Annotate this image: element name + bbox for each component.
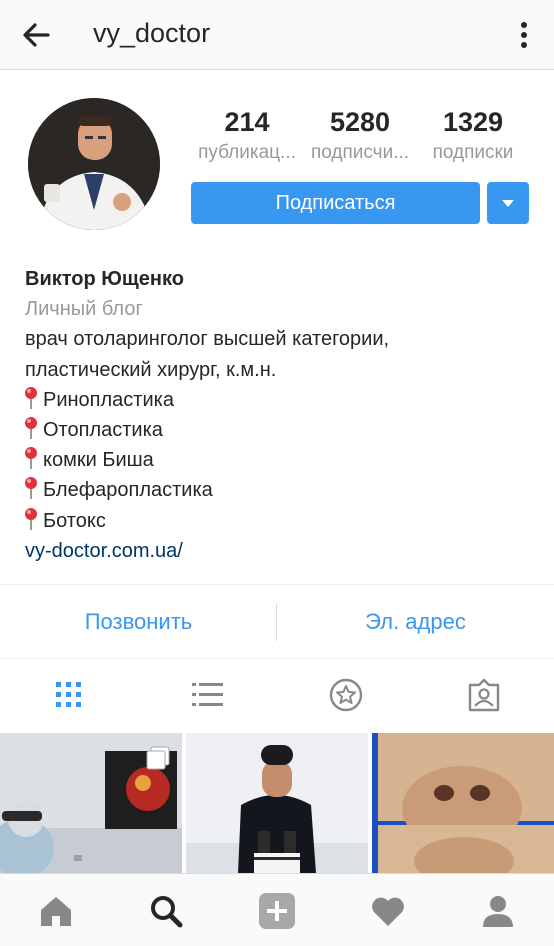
service-item: Отопластика (25, 415, 535, 445)
pushpin-icon (25, 507, 37, 530)
posts-count-value: 214 (224, 107, 270, 137)
profile-name: Виктор Ющенко (25, 268, 184, 290)
vertical-dots-icon[interactable] (514, 18, 534, 52)
post-thumbnail[interactable] (186, 733, 368, 873)
pushpin-icon (25, 447, 37, 470)
post-thumbnail[interactable] (372, 733, 554, 873)
service-item: комки Биша (25, 445, 535, 475)
avatar[interactable] (28, 98, 160, 230)
service-label: Ботокс (43, 509, 106, 532)
add-icon[interactable] (257, 891, 297, 931)
bio-line: пластический хирург, к.м.н. (25, 358, 277, 381)
service-label: комки Биша (43, 449, 154, 472)
pushpin-icon (25, 417, 37, 440)
following-count-label: подписки (432, 142, 514, 163)
posts-count[interactable]: 214 публикац... (187, 105, 307, 167)
pushpin-icon (25, 386, 37, 409)
bio-line: врач отоларинголог высшей категории, (25, 328, 390, 351)
profile-icon[interactable] (478, 891, 518, 931)
bottom-nav (0, 873, 554, 946)
heart-icon[interactable] (368, 891, 408, 931)
service-label: Блефаропластика (43, 479, 213, 502)
pushpin-icon (25, 477, 37, 500)
service-label: Отопластика (43, 419, 163, 442)
follow-button[interactable]: Подписаться (191, 182, 480, 224)
multiple-photos-icon (146, 746, 170, 770)
profile-website-link[interactable]: vy-doctor.com.ua/ (25, 536, 535, 566)
followers-count-value: 5280 (329, 107, 391, 137)
service-label: Ринопластика (43, 388, 174, 411)
service-item: Ринопластика (25, 385, 535, 415)
followers-count-label: подписчи... (310, 142, 410, 163)
post-thumbnail[interactable] (0, 733, 182, 873)
profile-category: Личный блог (25, 298, 143, 321)
profile-bio: Виктор Ющенко Личный блог врач отоларинг… (25, 264, 535, 566)
photo-grid (0, 733, 554, 873)
grid-icon[interactable] (49, 675, 89, 715)
followers-count[interactable]: 5280 подписчи... (300, 105, 420, 167)
following-count[interactable]: 1329 подписки (413, 105, 533, 167)
arrow-left-icon[interactable] (18, 17, 54, 53)
top-bar: vy_doctor (0, 0, 554, 70)
star-icon[interactable] (326, 675, 366, 715)
contact-bar: Позвонить Эл. адрес (0, 584, 554, 659)
posts-count-label: публикац... (198, 142, 296, 163)
service-item: Блефаропластика (25, 475, 535, 505)
search-icon[interactable] (146, 891, 186, 931)
profile-username: vy_doctor (93, 18, 211, 48)
service-item: Ботокс (25, 506, 535, 536)
email-button[interactable]: Эл. адрес (277, 585, 554, 658)
list-icon[interactable] (187, 675, 227, 715)
home-icon[interactable] (36, 891, 76, 931)
following-count-value: 1329 (442, 107, 504, 137)
chevron-down-icon[interactable] (487, 182, 529, 224)
profile-view-tabs (0, 659, 554, 733)
call-button[interactable]: Позвонить (0, 585, 277, 658)
tagged-icon[interactable] (464, 675, 504, 715)
